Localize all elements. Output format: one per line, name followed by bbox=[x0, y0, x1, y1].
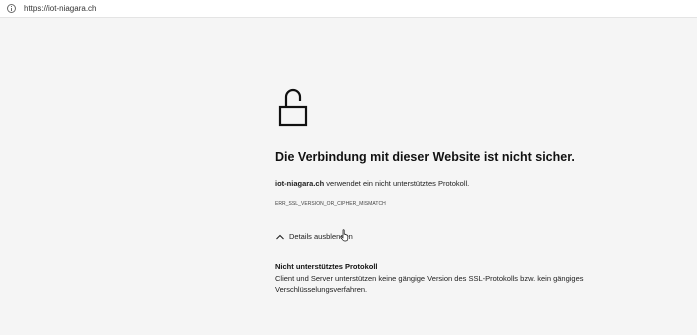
error-host: iot-niagara.ch bbox=[275, 179, 325, 188]
error-code: ERR_SSL_VERSION_OR_CIPHER_MISMATCH bbox=[275, 201, 386, 207]
error-description-text: verwendet ein nicht unterstütztes Protok… bbox=[324, 179, 470, 188]
address-bar[interactable]: https://iot-niagara.ch bbox=[0, 0, 697, 18]
chevron-up-icon[interactable] bbox=[275, 233, 285, 241]
details-body: Client und Server unterstützen keine gän… bbox=[275, 274, 584, 294]
details-title: Nicht unterstütztes Protokoll bbox=[275, 262, 378, 271]
unlocked-padlock-icon bbox=[278, 88, 308, 127]
info-icon[interactable] bbox=[7, 4, 16, 13]
error-description: iot-niagara.ch verwendet ein nicht unter… bbox=[275, 178, 469, 189]
page-title: Die Verbindung mit dieser Website ist ni… bbox=[275, 150, 575, 164]
address-bar-url[interactable]: https://iot-niagara.ch bbox=[24, 3, 96, 15]
hand-cursor-icon bbox=[340, 229, 349, 242]
